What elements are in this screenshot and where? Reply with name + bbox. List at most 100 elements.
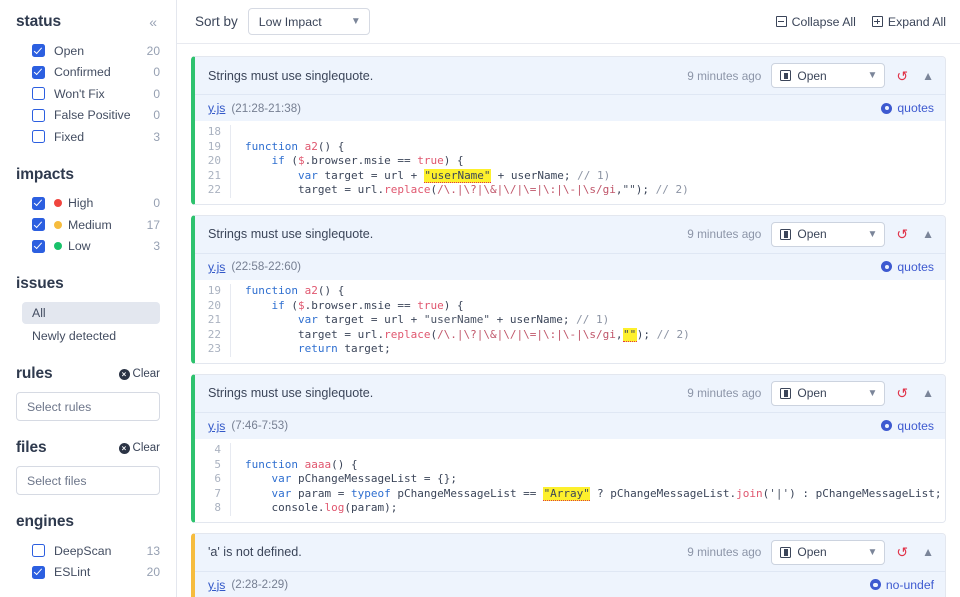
minus-box-icon (775, 16, 787, 27)
book-icon (780, 387, 792, 399)
code-token: typeof (350, 486, 391, 500)
impact-count: 3 (153, 239, 160, 254)
issue-status-select[interactable]: Open ▼ (771, 221, 886, 247)
code-token: ); (635, 183, 656, 197)
issue-status-select[interactable]: Open ▼ (771, 63, 886, 88)
files-header: files × Clear (16, 439, 160, 457)
filter-row-deepscan[interactable]: DeepScan 13 (16, 540, 160, 562)
filter-row-open[interactable]: Open 20 (16, 40, 160, 62)
issue-timestamp: 9 minutes ago (687, 227, 762, 242)
issue-timestamp: 9 minutes ago (687, 68, 762, 83)
issues-header: issues (16, 275, 160, 293)
line-number: 18 (195, 125, 231, 140)
issue-rule-link[interactable]: no-undef (869, 578, 934, 592)
checkbox-eslint[interactable] (32, 565, 45, 579)
filter-row-medium[interactable]: Medium 17 (16, 214, 160, 236)
clear-files-button[interactable]: × Clear (118, 442, 160, 454)
select-rules-input[interactable]: Select rules (16, 392, 160, 421)
collapse-all-button[interactable]: Collapse All (775, 14, 856, 29)
code-token: pChangeMessageList == (390, 486, 544, 500)
code-line: 21 var target = url + "userName" + userN… (195, 168, 945, 184)
chevrons-left-icon[interactable]: « (146, 13, 160, 31)
sidebar-item-newly-detected[interactable]: Newly detected (22, 325, 160, 347)
status-count: 0 (153, 86, 160, 101)
issue-card-header: Strings must use singlequote. 9 minutes a… (195, 215, 945, 253)
impacts-list: High 0 Medium 17 Low 3 (16, 193, 160, 258)
code-snippet: 18 19 function a2() {20 if ($.browser.msi… (195, 121, 945, 204)
filter-row-wont-fix[interactable]: Won't Fix 0 (16, 83, 160, 105)
line-number: 22 (195, 183, 231, 198)
issue-list[interactable]: Strings must use singlequote. 9 minutes a… (177, 44, 960, 597)
issue-status-select[interactable]: Open ▼ (771, 380, 886, 406)
checkbox-confirmed[interactable] (32, 65, 45, 79)
issue-rule-link[interactable]: quotes (881, 101, 934, 115)
checkbox-low[interactable] (32, 239, 45, 253)
code-line: 4 (195, 442, 945, 458)
issue-file-link[interactable]: y.js (208, 419, 225, 433)
code-token: var (271, 486, 292, 500)
code-token: target = url. (245, 327, 385, 341)
issue-rule-link[interactable]: quotes (881, 260, 934, 274)
line-number: 21 (195, 168, 231, 184)
impact-count: 17 (146, 217, 160, 232)
code-token: replace (384, 183, 431, 197)
checkbox-medium[interactable] (32, 218, 45, 232)
expand-all-button[interactable]: Expand All (871, 15, 946, 29)
history-icon[interactable]: ↺ (896, 545, 908, 559)
sort-by-select[interactable]: Low Impact ▼ (247, 8, 370, 35)
chevron-up-icon[interactable]: ▲ (922, 227, 934, 241)
checkbox-wont-fix[interactable] (32, 87, 45, 101)
history-icon[interactable]: ↺ (896, 69, 908, 83)
highlighted-token: "Array" (543, 486, 591, 501)
code-token: .browser.msie == (304, 298, 418, 312)
filter-row-false-positive[interactable]: False Positive 0 (16, 105, 160, 127)
checkbox-deepscan[interactable] (32, 544, 45, 558)
line-content: target = url.replace(/\.|\?|\&|\/|\=|\:|… (231, 327, 690, 343)
issue-file-link[interactable]: y.js (208, 101, 225, 115)
select-files-input[interactable]: Select files (16, 466, 160, 495)
filter-row-low[interactable]: Low 3 (16, 236, 160, 258)
plus-box-icon (871, 16, 883, 27)
issue-status-select[interactable]: Open ▼ (771, 539, 886, 565)
code-token: log (324, 501, 345, 515)
highlighted-token: "" (622, 327, 637, 342)
line-number: 5 (195, 457, 231, 473)
chevron-up-icon[interactable]: ▲ (922, 545, 934, 559)
code-token: // 1) (576, 313, 610, 327)
chevron-up-icon[interactable]: ▲ (922, 386, 934, 400)
line-number: 6 (195, 472, 231, 487)
filter-row-fixed[interactable]: Fixed 3 (16, 126, 160, 148)
code-token: // 1) (577, 168, 611, 182)
code-token: true (417, 298, 444, 312)
sidebar-item-all[interactable]: All (22, 302, 160, 324)
line-content: function a2() { (231, 140, 344, 155)
clear-rules-button[interactable]: × Clear (118, 368, 160, 380)
chevron-down-icon: ▼ (867, 70, 878, 81)
issues-section: issues All Newly detected (0, 275, 176, 347)
filter-row-high[interactable]: High 0 (16, 193, 160, 215)
checkbox-high[interactable] (32, 196, 45, 210)
chevron-up-icon[interactable]: ▲ (922, 69, 934, 83)
code-token: param = (291, 486, 351, 500)
checkbox-open[interactable] (32, 44, 45, 58)
clear-files-label: Clear (132, 442, 160, 454)
code-token: // 2) (656, 327, 690, 341)
code-line: 6 var pChangeMessageList = {}; (195, 472, 945, 487)
history-icon[interactable]: ↺ (896, 227, 908, 241)
code-token: a2 (304, 283, 318, 297)
issue-rule-link[interactable]: quotes (881, 419, 934, 433)
status-label: False Positive (54, 108, 131, 123)
line-content: var target = url + "userName" + userName… (231, 313, 609, 328)
filter-row-confirmed[interactable]: Confirmed 0 (16, 62, 160, 84)
collapse-all-label: Collapse All (791, 14, 856, 29)
issue-file-link[interactable]: y.js (208, 578, 225, 592)
severity-dot-low (54, 242, 62, 251)
impact-label: High (68, 196, 94, 211)
history-icon[interactable]: ↺ (896, 386, 908, 400)
code-token: , (615, 327, 623, 341)
filter-row-eslint[interactable]: ESLint 20 (16, 562, 160, 584)
issue-file-link[interactable]: y.js (208, 260, 225, 274)
checkbox-false-positive[interactable] (32, 108, 45, 122)
checkbox-fixed[interactable] (32, 130, 45, 144)
